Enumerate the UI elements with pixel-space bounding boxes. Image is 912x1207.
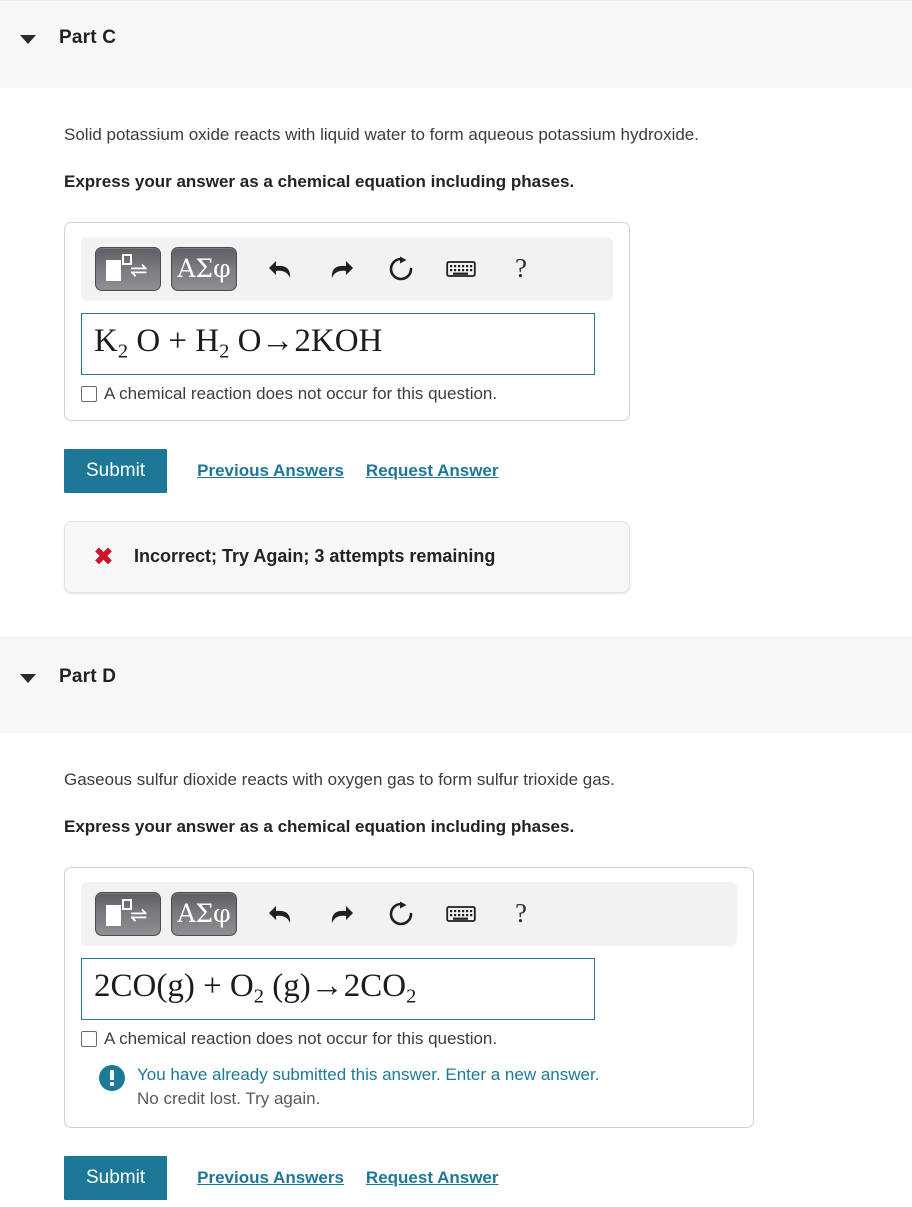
reset-circular-arrow-icon	[389, 901, 413, 926]
caret-down-icon[interactable]	[20, 673, 36, 683]
part-c-feedback-text: Incorrect; Try Again; 3 attempts remaini…	[133, 546, 496, 567]
part-d-answer-container: ⇌ ΑΣφ ? 2CO(g) + O2 (g)→2CO2 A chemical …	[64, 866, 754, 1128]
reset-button[interactable]	[375, 247, 427, 291]
part-c-title: Part C	[59, 27, 117, 48]
part-d-toolbar: ⇌ ΑΣφ ?	[81, 881, 737, 946]
reset-button[interactable]	[375, 892, 427, 936]
info-exclamation-icon	[99, 1064, 125, 1091]
template-button[interactable]: ⇌	[95, 246, 161, 291]
info-message-line2: No credit lost. Try again.	[137, 1088, 321, 1108]
keyboard-button[interactable]	[435, 247, 487, 291]
part-c-actions: Submit Previous Answers Request Answer	[64, 448, 912, 493]
part-d-submit-button[interactable]: Submit	[64, 1156, 168, 1200]
part-d-prompt: Gaseous sulfur dioxide reacts with oxyge…	[64, 769, 615, 789]
caret-down-icon[interactable]	[20, 35, 36, 44]
undo-button[interactable]	[255, 247, 307, 291]
part-d-no-reaction-row[interactable]: A chemical reaction does not occur for t…	[81, 1029, 737, 1049]
no-reaction-checkbox[interactable]	[81, 1030, 97, 1047]
redo-arrow-icon	[331, 260, 353, 278]
part-c-answer-input[interactable]: K2 O + H2 O→2KOH	[81, 312, 595, 375]
no-reaction-label: A chemical reaction does not occur for t…	[104, 1028, 498, 1048]
no-reaction-checkbox[interactable]	[81, 385, 97, 402]
part-d-header[interactable]: Part D	[0, 636, 912, 733]
part-c-no-reaction-row[interactable]: A chemical reaction does not occur for t…	[81, 384, 613, 404]
greek-symbols-button[interactable]: ΑΣφ	[171, 246, 237, 291]
no-reaction-label: A chemical reaction does not occur for t…	[104, 383, 498, 403]
help-label: ?	[515, 898, 527, 929]
part-d-previous-answers-link[interactable]: Previous Answers	[197, 1168, 344, 1188]
part-c-header[interactable]: Part C	[0, 0, 912, 88]
info-message-line1: You have already submitted this answer. …	[137, 1064, 600, 1084]
greek-symbols-button[interactable]: ΑΣφ	[171, 891, 237, 936]
part-d-actions: Submit Previous Answers Request Answer	[64, 1156, 912, 1200]
part-d-info-message: You have already submitted this answer. …	[81, 1063, 737, 1111]
part-c-toolbar: ⇌ ΑΣφ ?	[81, 236, 613, 301]
undo-arrow-icon	[269, 260, 291, 278]
part-c-feedback: ✖ Incorrect; Try Again; 3 attempts remai…	[64, 520, 630, 593]
red-x-icon: ✖	[93, 542, 114, 572]
template-icon: ⇌	[105, 253, 151, 284]
reset-circular-arrow-icon	[389, 256, 413, 281]
part-d-body: Gaseous sulfur dioxide reacts with oxyge…	[0, 768, 912, 1200]
keyboard-icon	[446, 260, 476, 277]
greek-button-label: ΑΣφ	[177, 254, 231, 284]
undo-button[interactable]	[255, 892, 307, 936]
part-c-prompt: Solid potassium oxide reacts with liquid…	[64, 125, 699, 144]
keyboard-button[interactable]	[435, 892, 487, 936]
part-c-previous-answers-link[interactable]: Previous Answers	[197, 461, 344, 481]
part-c-equation: K2 O + H2 O→2KOH	[94, 323, 383, 363]
greek-button-label: ΑΣφ	[177, 899, 231, 929]
template-button[interactable]: ⇌	[95, 891, 161, 936]
part-c-instruction: Express your answer as a chemical equati…	[64, 171, 575, 191]
part-d-title: Part D	[59, 665, 117, 687]
template-icon: ⇌	[105, 898, 151, 929]
part-d-instruction: Express your answer as a chemical equati…	[64, 816, 575, 836]
assignment-page: Part C Solid potassium oxide reacts with…	[0, 0, 912, 1207]
part-d-equation: 2CO(g) + O2 (g)→2CO2	[94, 968, 417, 1008]
redo-button[interactable]	[315, 247, 367, 291]
help-button[interactable]: ?	[495, 892, 547, 936]
redo-button[interactable]	[315, 892, 367, 936]
help-label: ?	[515, 253, 527, 284]
part-d-answer-input[interactable]: 2CO(g) + O2 (g)→2CO2	[81, 957, 595, 1020]
part-c-submit-button[interactable]: Submit	[64, 448, 168, 493]
part-d-request-answer-link[interactable]: Request Answer	[366, 1168, 499, 1188]
keyboard-icon	[446, 905, 476, 922]
help-button[interactable]: ?	[495, 247, 547, 291]
part-c-request-answer-link[interactable]: Request Answer	[366, 461, 499, 481]
undo-arrow-icon	[269, 905, 291, 923]
part-c-body: Solid potassium oxide reacts with liquid…	[0, 124, 912, 637]
redo-arrow-icon	[331, 905, 353, 923]
part-c-answer-container: ⇌ ΑΣφ ? K2 O + H2 O→2KOH A chemical reac…	[64, 221, 630, 421]
